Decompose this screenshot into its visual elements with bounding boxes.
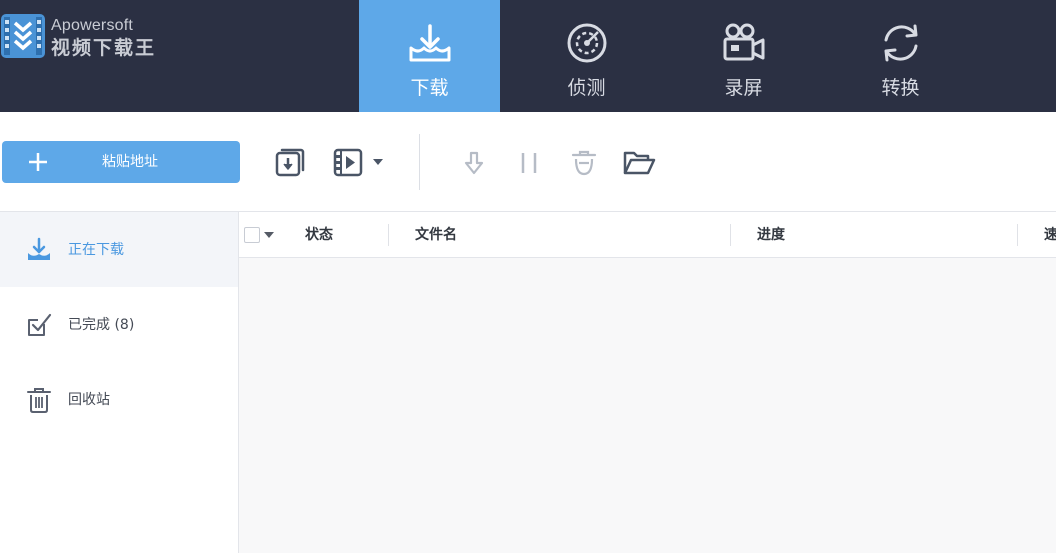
sidebar: 正在下载 已完成 (8) 回收站	[0, 212, 239, 553]
tab-label: 转换	[881, 77, 920, 99]
tab-record[interactable]: 录屏	[673, 0, 814, 112]
convert-cycle-icon	[884, 24, 917, 62]
toolbar-divider	[419, 134, 420, 190]
toolbar: 粘贴地址	[0, 112, 1056, 212]
download-video-icon[interactable]	[332, 146, 364, 178]
download-file-icon[interactable]	[274, 146, 306, 178]
tab-label: 侦测	[567, 77, 606, 99]
table-body	[239, 258, 1056, 553]
tab-label: 下载	[410, 77, 449, 99]
select-all-checkbox[interactable]	[244, 227, 260, 243]
tab-label: 录屏	[724, 77, 763, 99]
sidebar-item-recycle-bin[interactable]: 回收站	[0, 362, 238, 437]
brand-name: Apowersoft	[51, 17, 134, 34]
downloading-icon	[28, 237, 50, 260]
app-logo-icon	[1, 14, 45, 58]
table-header: 状态 文件名 进度 速	[239, 212, 1056, 258]
sidebar-item-label: 回收站	[68, 391, 110, 408]
column-divider[interactable]	[730, 224, 731, 246]
column-header-filename[interactable]: 文件名	[415, 225, 457, 245]
plus-icon	[29, 153, 47, 171]
column-divider[interactable]	[388, 224, 389, 246]
pause-icon[interactable]	[518, 150, 540, 176]
app-logo: Apowersoft 视频下载王	[0, 14, 156, 60]
download-table: 状态 文件名 进度 速	[239, 212, 1056, 553]
tab-detect[interactable]: 侦测	[516, 0, 657, 112]
column-divider[interactable]	[1017, 224, 1018, 246]
sidebar-item-label: 已完成 (8)	[68, 316, 135, 333]
open-folder-icon[interactable]	[622, 149, 656, 177]
tab-download[interactable]: 下载	[359, 0, 500, 112]
column-header-speed[interactable]: 速	[1044, 225, 1056, 245]
column-header-status[interactable]: 状态	[305, 225, 333, 245]
delete-icon[interactable]	[570, 149, 598, 177]
trash-icon	[27, 387, 51, 413]
download-tray-icon	[409, 24, 450, 62]
sidebar-item-label: 正在下载	[68, 241, 124, 258]
top-header: Apowersoft 视频下载王 下载 侦测 录屏 转换	[0, 0, 1056, 112]
tab-convert[interactable]: 转换	[830, 0, 971, 112]
video-camera-icon	[723, 23, 764, 61]
chevron-down-icon[interactable]	[371, 157, 385, 167]
sidebar-item-completed[interactable]: 已完成 (8)	[0, 287, 238, 362]
paste-url-button[interactable]: 粘贴地址	[2, 141, 240, 183]
sidebar-item-downloading[interactable]: 正在下载	[0, 212, 238, 287]
start-icon[interactable]	[462, 150, 486, 176]
paste-url-label: 粘贴地址	[102, 154, 158, 170]
completed-check-icon	[28, 313, 52, 336]
select-dropdown-caret[interactable]	[264, 232, 274, 238]
app-name: 视频下载王	[51, 37, 157, 59]
radar-icon	[567, 23, 606, 63]
column-header-progress[interactable]: 进度	[757, 225, 785, 245]
